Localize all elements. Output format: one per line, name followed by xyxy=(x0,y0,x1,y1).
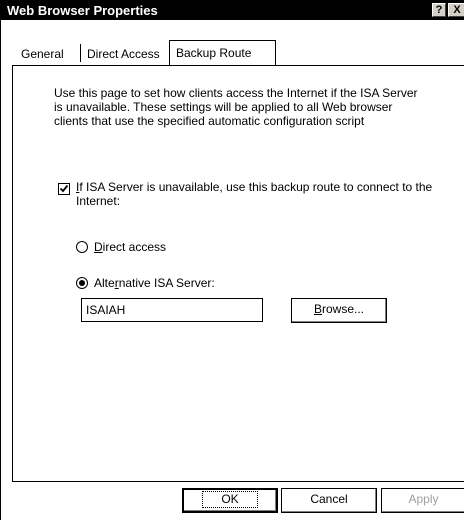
backup-route-label[interactable]: If ISA Server is unavailable, use this b… xyxy=(76,180,436,208)
backup-route-label-text: f ISA Server is unavailable, use this ba… xyxy=(76,180,433,208)
backup-route-checkbox[interactable] xyxy=(58,183,70,195)
help-icon[interactable]: ? xyxy=(432,3,446,17)
checkmark-icon xyxy=(59,184,69,193)
direct-access-label-text: irect access xyxy=(102,240,167,254)
apply-button[interactable]: Apply xyxy=(381,488,464,513)
ok-button[interactable]: OK xyxy=(182,488,278,513)
alternative-server-input[interactable]: ISAIAH xyxy=(81,298,263,322)
alternative-server-radio[interactable] xyxy=(76,277,88,289)
ok-button-label: OK xyxy=(202,491,258,508)
cancel-button[interactable]: Cancel xyxy=(281,488,377,513)
tab-direct-access[interactable]: Direct Access xyxy=(87,43,160,65)
browse-button[interactable]: Browse... xyxy=(291,298,387,323)
close-icon[interactable]: X xyxy=(448,3,464,17)
direct-access-radio[interactable] xyxy=(76,241,88,253)
mnemonic-d: D xyxy=(94,240,103,254)
tab-general[interactable]: General xyxy=(21,43,64,65)
direct-access-label[interactable]: Direct access xyxy=(94,240,166,254)
tab-separator xyxy=(80,44,81,62)
alternative-label-end: native ISA Server: xyxy=(118,276,215,290)
mnemonic-b: B xyxy=(313,302,322,316)
radio-selected-dot xyxy=(79,280,85,286)
window-title: Web Browser Properties xyxy=(7,3,158,18)
intro-text: Use this page to set how clients access … xyxy=(54,86,418,128)
tab-backup-route-label: Backup Route xyxy=(176,46,252,60)
alternative-label-start: Alte xyxy=(94,276,115,290)
properties-dialog: Web Browser Properties ? X General Direc… xyxy=(0,0,464,520)
title-bar[interactable]: Web Browser Properties ? X xyxy=(1,0,464,20)
alternative-server-label[interactable]: Alternative ISA Server: xyxy=(94,276,215,290)
tab-backup-route[interactable]: Backup Route xyxy=(169,40,276,66)
browse-button-label: rowse... xyxy=(322,302,365,316)
